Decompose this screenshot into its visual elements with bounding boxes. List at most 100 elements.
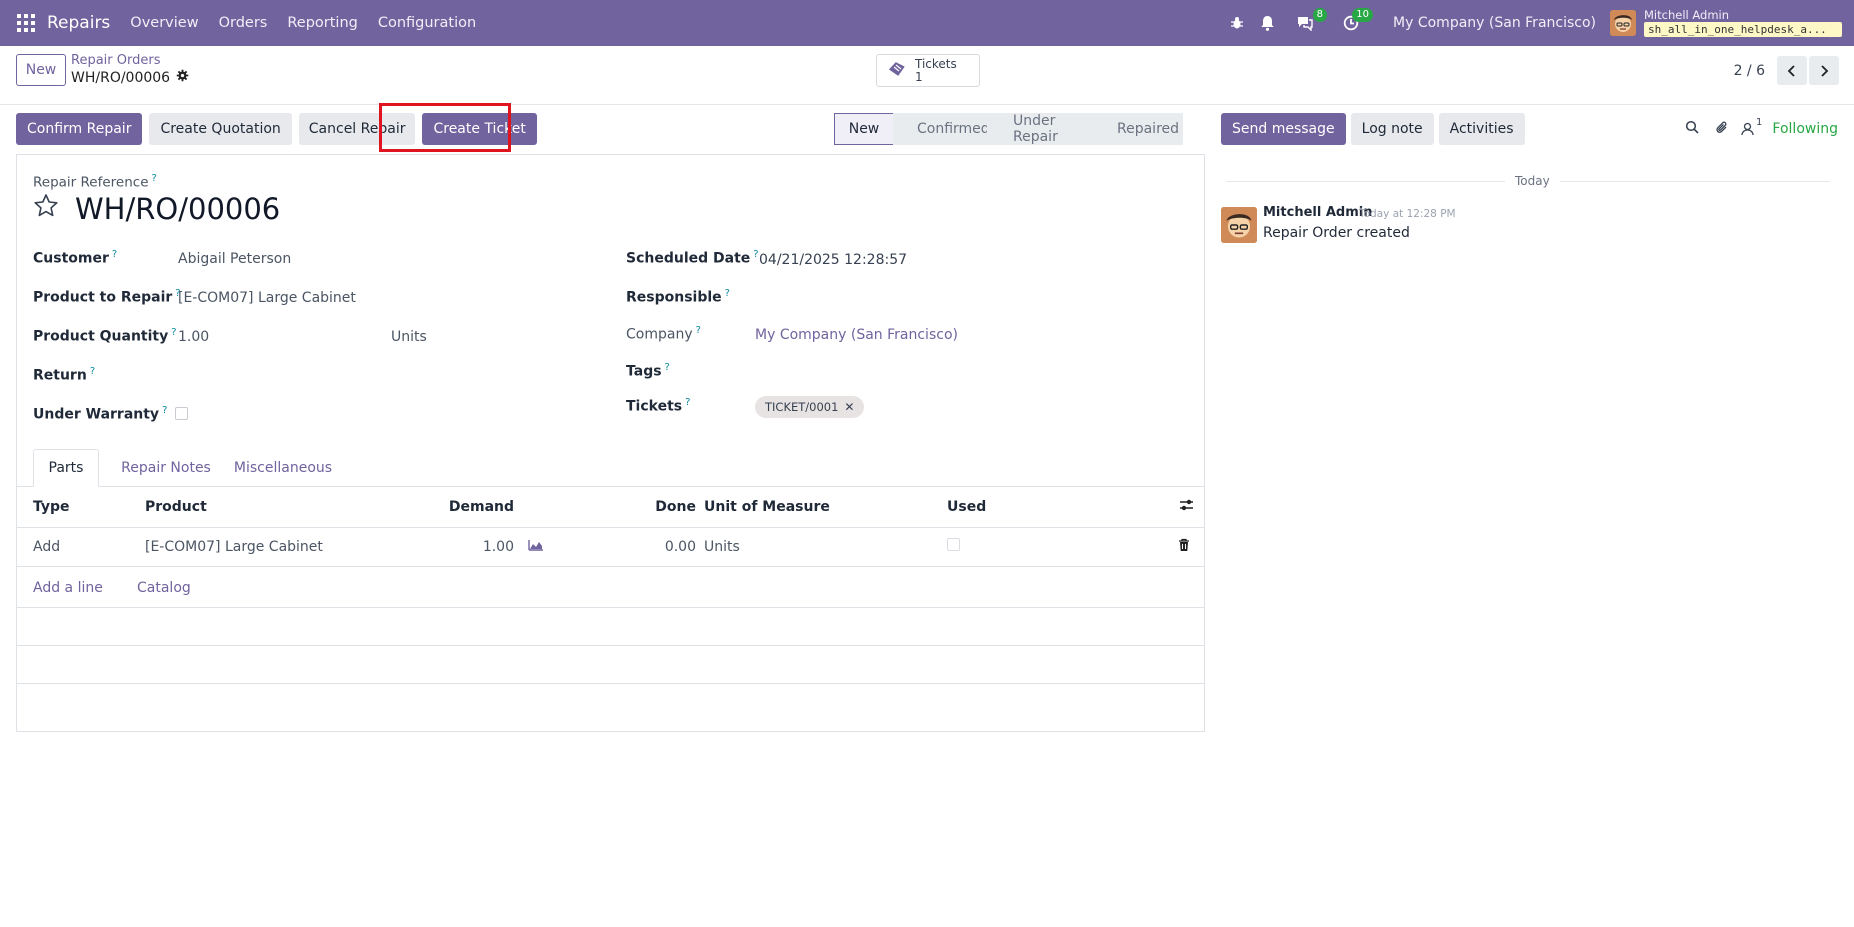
under-warranty-checkbox[interactable] bbox=[175, 407, 188, 420]
customer-label: Customer? bbox=[33, 249, 118, 267]
form-action-bar: Confirm Repair Create Quotation Cancel R… bbox=[16, 113, 544, 145]
apps-grid-icon[interactable] bbox=[17, 14, 35, 32]
optional-columns-toggle[interactable] bbox=[1157, 487, 1204, 528]
message-body: Repair Order created bbox=[1263, 225, 1410, 241]
search-icon[interactable] bbox=[1685, 120, 1699, 138]
cell-done[interactable]: 0.00 bbox=[554, 527, 704, 567]
create-quotation-button[interactable]: Create Quotation bbox=[149, 113, 292, 145]
empty-row bbox=[17, 646, 1204, 684]
cell-product[interactable]: [E-COM07] Large Cabinet bbox=[145, 527, 419, 567]
pager-value[interactable]: 2 / 6 bbox=[1734, 63, 1765, 79]
chevron-left-icon bbox=[1787, 64, 1795, 77]
bug-icon[interactable] bbox=[1225, 11, 1249, 35]
cancel-repair-button[interactable]: Cancel Repair bbox=[298, 113, 416, 145]
user-name[interactable]: Mitchell Admin bbox=[1644, 9, 1842, 22]
parts-table: Type Product Demand Done Unit of Measure… bbox=[17, 487, 1204, 567]
cell-type[interactable]: Add bbox=[17, 527, 145, 567]
quantity-uom-field[interactable]: Units bbox=[391, 329, 427, 345]
send-message-button[interactable]: Send message bbox=[1221, 113, 1346, 145]
cell-demand[interactable]: 1.00 bbox=[419, 527, 514, 567]
menu-orders[interactable]: Orders bbox=[219, 15, 268, 31]
paperclip-icon[interactable] bbox=[1715, 120, 1729, 139]
activities-badge: 10 bbox=[1352, 8, 1374, 22]
company-switcher[interactable]: My Company (San Francisco) bbox=[1393, 15, 1596, 31]
company-label: Company? bbox=[626, 325, 701, 343]
pager-previous-button[interactable] bbox=[1777, 56, 1807, 85]
product-quantity-field[interactable]: 1.00 bbox=[178, 329, 209, 345]
catalog-link[interactable]: Catalog bbox=[137, 580, 191, 596]
cell-uom[interactable]: Units bbox=[704, 527, 947, 567]
stage-under-repair[interactable]: Under Repair bbox=[987, 113, 1089, 145]
gear-icon[interactable] bbox=[176, 69, 189, 86]
stage-label: Confirmed bbox=[917, 121, 990, 137]
under-warranty-label: Under Warranty? bbox=[33, 405, 168, 423]
database-badge: sh_all_in_one_helpdesk_a... bbox=[1644, 22, 1842, 37]
record-title: WH/RO/00006 bbox=[75, 192, 281, 226]
product-quantity-label: Product Quantity? bbox=[33, 327, 177, 345]
control-panel: New Repair Orders WH/RO/00006 Tickets 1 … bbox=[0, 46, 1854, 105]
smart-button-label: Tickets bbox=[915, 56, 957, 71]
col-uom[interactable]: Unit of Measure bbox=[704, 487, 947, 528]
table-row[interactable]: Add [E-COM07] Large Cabinet 1.00 0.00 Un… bbox=[17, 527, 1204, 567]
star-icon[interactable] bbox=[33, 193, 59, 223]
ticket-tag[interactable]: TICKET/0001 ✕ bbox=[755, 396, 865, 418]
stage-repaired[interactable]: Repaired bbox=[1089, 113, 1183, 145]
confirm-repair-button[interactable]: Confirm Repair bbox=[16, 113, 143, 145]
tickets-smart-button[interactable]: Tickets 1 bbox=[876, 54, 980, 87]
message-author[interactable]: Mitchell Admin bbox=[1263, 205, 1372, 220]
table-header-row: Type Product Demand Done Unit of Measure… bbox=[17, 487, 1204, 528]
breadcrumb-parent[interactable]: Repair Orders bbox=[71, 53, 189, 69]
menu-configuration[interactable]: Configuration bbox=[378, 15, 476, 31]
activities-button[interactable]: Activities bbox=[1438, 113, 1525, 145]
ticket-icon bbox=[887, 60, 907, 82]
product-to-repair-field[interactable]: [E-COM07] Large Cabinet bbox=[178, 290, 356, 306]
message-author-avatar[interactable] bbox=[1221, 207, 1257, 243]
tab-parts[interactable]: Parts bbox=[33, 449, 99, 487]
customer-field[interactable]: Abigail Peterson bbox=[178, 251, 291, 267]
user-avatar[interactable] bbox=[1610, 10, 1636, 36]
col-type[interactable]: Type bbox=[17, 487, 145, 528]
log-note-button[interactable]: Log note bbox=[1350, 113, 1434, 145]
menu-reporting[interactable]: Reporting bbox=[287, 15, 358, 31]
used-checkbox[interactable] bbox=[947, 538, 960, 551]
trash-icon bbox=[1179, 538, 1189, 551]
col-used[interactable]: Used bbox=[947, 487, 1157, 528]
chatter-topbar: Send message Log note Activities bbox=[1221, 113, 1532, 145]
bell-icon[interactable] bbox=[1255, 11, 1279, 35]
tickets-label: Tickets? bbox=[626, 397, 691, 415]
cell-used[interactable] bbox=[947, 527, 1157, 567]
app-brand[interactable]: Repairs bbox=[47, 13, 110, 33]
company-field[interactable]: My Company (San Francisco) bbox=[755, 327, 958, 343]
followers-icon[interactable]: 1 bbox=[1741, 117, 1762, 136]
scheduled-date-label: Scheduled Date? bbox=[626, 249, 759, 267]
followers-count: 1 bbox=[1756, 117, 1763, 128]
add-line-link[interactable]: Add a line bbox=[33, 580, 103, 596]
breadcrumb: Repair Orders WH/RO/00006 bbox=[71, 53, 189, 86]
col-demand[interactable]: Demand bbox=[419, 487, 514, 528]
tab-miscellaneous[interactable]: Miscellaneous bbox=[227, 449, 339, 487]
delete-row-button[interactable] bbox=[1157, 527, 1204, 567]
chatter-tools: 1 Following bbox=[1685, 113, 1838, 145]
forecast-chart-icon[interactable] bbox=[514, 527, 554, 567]
col-done[interactable]: Done bbox=[554, 487, 704, 528]
col-product[interactable]: Product bbox=[145, 487, 419, 528]
stage-label: Under Repair bbox=[1013, 113, 1058, 145]
chevron-right-icon bbox=[1821, 64, 1829, 77]
tab-repair-notes[interactable]: Repair Notes bbox=[110, 449, 222, 487]
activities-icon[interactable]: 10 bbox=[1339, 8, 1374, 35]
remove-tag-icon[interactable]: ✕ bbox=[844, 400, 854, 414]
new-button[interactable]: New bbox=[16, 54, 66, 86]
col-forecast bbox=[514, 487, 554, 528]
messages-icon[interactable]: 8 bbox=[1293, 8, 1328, 35]
stage-new[interactable]: New bbox=[834, 113, 894, 145]
ticket-tag-label: TICKET/0001 bbox=[765, 400, 839, 414]
menu-overview[interactable]: Overview bbox=[130, 15, 198, 31]
message-date: Today at 12:28 PM bbox=[1359, 208, 1456, 220]
scheduled-date-field[interactable]: 04/21/2025 12:28:57 bbox=[759, 252, 907, 268]
following-button[interactable]: Following bbox=[1772, 121, 1838, 137]
stage-confirmed[interactable]: Confirmed bbox=[893, 113, 990, 145]
date-separator-label: Today bbox=[1505, 174, 1560, 188]
create-ticket-button[interactable]: Create Ticket bbox=[422, 113, 537, 145]
smart-button-count: 1 bbox=[915, 69, 923, 84]
pager-next-button[interactable] bbox=[1809, 56, 1839, 85]
